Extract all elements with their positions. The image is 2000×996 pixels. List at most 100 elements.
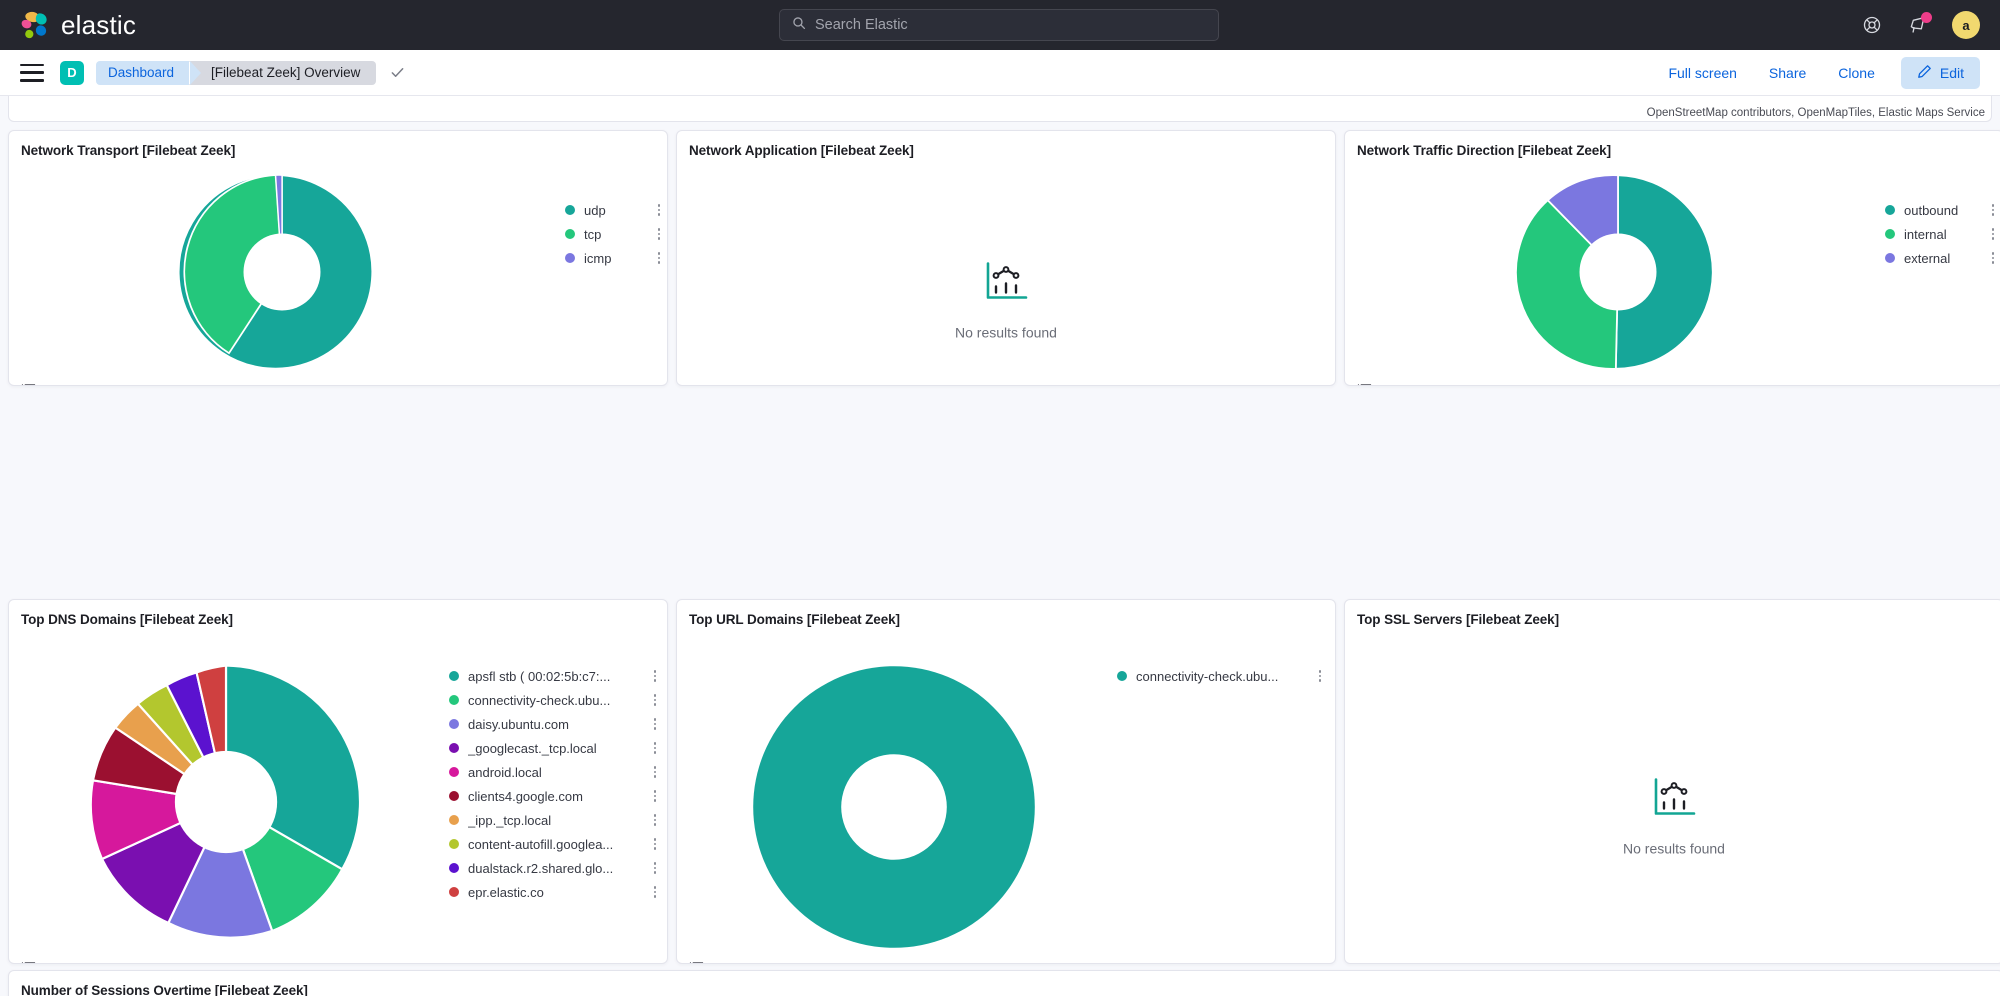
- donut-chart-network-traffic-direction[interactable]: [1458, 162, 1778, 382]
- dashboard-actions: Full screen Share Clone Edit: [1652, 57, 1980, 89]
- legend-color-swatch: [449, 671, 459, 681]
- legend-item[interactable]: apsfl stb ( 00:02:5b:c7:...: [449, 664, 657, 688]
- legend-label: apsfl stb ( 00:02:5b:c7:...: [468, 669, 610, 684]
- help-lifebuoy-icon[interactable]: [1860, 13, 1884, 37]
- legend-item[interactable]: udp: [565, 198, 661, 222]
- vertical-dots-icon[interactable]: [643, 812, 657, 828]
- empty-state: No results found: [677, 260, 1335, 341]
- no-results-chart-icon: [1650, 775, 1698, 824]
- panel-body: udp tcp icmp: [9, 158, 667, 386]
- vertical-dots-icon[interactable]: [643, 860, 657, 876]
- check-icon: [390, 65, 405, 80]
- legend-label: outbound: [1904, 203, 1958, 218]
- news-megaphone-icon[interactable]: [1906, 13, 1930, 37]
- table-list-icon[interactable]: [1357, 382, 1372, 386]
- space-avatar[interactable]: D: [60, 61, 84, 85]
- legend-item[interactable]: daisy.ubuntu.com: [449, 712, 657, 736]
- panel-title: Network Traffic Direction [Filebeat Zeek…: [1345, 131, 2000, 158]
- legend-color-swatch: [449, 815, 459, 825]
- vertical-dots-icon[interactable]: [647, 226, 661, 242]
- legend-color-swatch: [449, 791, 459, 801]
- search-placeholder: Search Elastic: [815, 17, 908, 33]
- brand[interactable]: elastic: [0, 10, 136, 41]
- search-icon: [792, 16, 806, 35]
- donut-chart-top-dns-domains[interactable]: [71, 647, 381, 957]
- vertical-dots-icon[interactable]: [647, 250, 661, 266]
- legend-item[interactable]: android.local: [449, 760, 657, 784]
- edit-button[interactable]: Edit: [1901, 57, 1980, 89]
- legend-color-swatch: [1885, 229, 1895, 239]
- vertical-dots-icon[interactable]: [643, 764, 657, 780]
- panel-top-dns-domains: Top DNS Domains [Filebeat Zeek]: [8, 599, 668, 964]
- legend-item[interactable]: connectivity-check.ubu...: [449, 688, 657, 712]
- legend-label: epr.elastic.co: [468, 885, 544, 900]
- vertical-dots-icon[interactable]: [647, 202, 661, 218]
- panel-body: No results found: [1345, 627, 2000, 964]
- breadcrumb: Dashboard [Filebeat Zeek] Overview: [96, 61, 376, 85]
- donut-chart-network-transport[interactable]: [122, 162, 442, 382]
- global-search-field[interactable]: Search Elastic: [779, 9, 1219, 41]
- panel-body: apsfl stb ( 00:02:5b:c7:... connectivity…: [9, 627, 667, 964]
- vertical-dots-icon[interactable]: [1981, 250, 1995, 266]
- empty-state-text: No results found: [1623, 840, 1725, 856]
- legend-item[interactable]: dualstack.r2.shared.glo...: [449, 856, 657, 880]
- legend-color-swatch: [449, 695, 459, 705]
- legend-item[interactable]: _googlecast._tcp.local: [449, 736, 657, 760]
- hamburger-menu-icon[interactable]: [20, 64, 44, 82]
- legend-label: tcp: [584, 227, 601, 242]
- global-header: elastic Search Elastic a: [0, 0, 2000, 50]
- legend-label: _ipp._tcp.local: [468, 813, 551, 828]
- vertical-dots-icon[interactable]: [643, 668, 657, 684]
- edit-button-label: Edit: [1940, 65, 1964, 81]
- avatar[interactable]: a: [1952, 11, 1980, 39]
- vertical-dots-icon[interactable]: [643, 740, 657, 756]
- donut-chart-top-url-domains[interactable]: [734, 647, 1054, 964]
- panel-network-transport: Network Transport [Filebeat Zeek] udp: [8, 130, 668, 386]
- legend-label: icmp: [584, 251, 611, 266]
- panel-title: Top SSL Servers [Filebeat Zeek]: [1345, 600, 2000, 627]
- legend-label: dualstack.r2.shared.glo...: [468, 861, 613, 876]
- vertical-dots-icon[interactable]: [1308, 668, 1322, 684]
- dashboard-navbar: D Dashboard [Filebeat Zeek] Overview Ful…: [0, 50, 2000, 96]
- legend-label: udp: [584, 203, 606, 218]
- table-list-icon[interactable]: [21, 382, 36, 386]
- breadcrumb-current[interactable]: [Filebeat Zeek] Overview: [189, 61, 376, 85]
- legend-item[interactable]: clients4.google.com: [449, 784, 657, 808]
- legend-item[interactable]: content-autofill.googlea...: [449, 832, 657, 856]
- vertical-dots-icon[interactable]: [643, 716, 657, 732]
- panel-body: connectivity-check.ubu...: [677, 627, 1335, 964]
- legend-network-traffic-direction: outbound internal external: [1885, 198, 1995, 270]
- pencil-icon: [1917, 64, 1932, 82]
- panel-top-ssl-servers: Top SSL Servers [Filebeat Zeek] No r: [1344, 599, 2000, 964]
- legend-item[interactable]: _ipp._tcp.local: [449, 808, 657, 832]
- legend-item[interactable]: internal: [1885, 222, 1995, 246]
- legend-item[interactable]: epr.elastic.co: [449, 880, 657, 904]
- vertical-dots-icon[interactable]: [643, 692, 657, 708]
- no-results-chart-icon: [982, 260, 1030, 309]
- table-list-icon[interactable]: [21, 960, 36, 964]
- legend-color-swatch: [565, 253, 575, 263]
- legend-item[interactable]: external: [1885, 246, 1995, 270]
- vertical-dots-icon[interactable]: [1981, 226, 1995, 242]
- legend-color-swatch: [565, 229, 575, 239]
- legend-item[interactable]: icmp: [565, 246, 661, 270]
- legend-item[interactable]: tcp: [565, 222, 661, 246]
- breadcrumb-dashboard[interactable]: Dashboard: [96, 61, 190, 85]
- table-list-icon[interactable]: [689, 960, 704, 964]
- legend-item[interactable]: connectivity-check.ubu...: [1117, 664, 1322, 688]
- clone-button[interactable]: Clone: [1822, 58, 1891, 88]
- notification-badge: [1921, 12, 1932, 23]
- vertical-dots-icon[interactable]: [643, 884, 657, 900]
- legend-color-swatch: [449, 887, 459, 897]
- vertical-dots-icon[interactable]: [643, 836, 657, 852]
- header-actions: a: [1860, 11, 2000, 39]
- vertical-dots-icon[interactable]: [1981, 202, 1995, 218]
- vertical-dots-icon[interactable]: [643, 788, 657, 804]
- panel-title: Top URL Domains [Filebeat Zeek]: [677, 600, 1335, 627]
- legend-label: _googlecast._tcp.local: [468, 741, 597, 756]
- share-button[interactable]: Share: [1753, 58, 1822, 88]
- legend-label: internal: [1904, 227, 1947, 242]
- legend-label: external: [1904, 251, 1950, 266]
- full-screen-button[interactable]: Full screen: [1652, 58, 1752, 88]
- legend-item[interactable]: outbound: [1885, 198, 1995, 222]
